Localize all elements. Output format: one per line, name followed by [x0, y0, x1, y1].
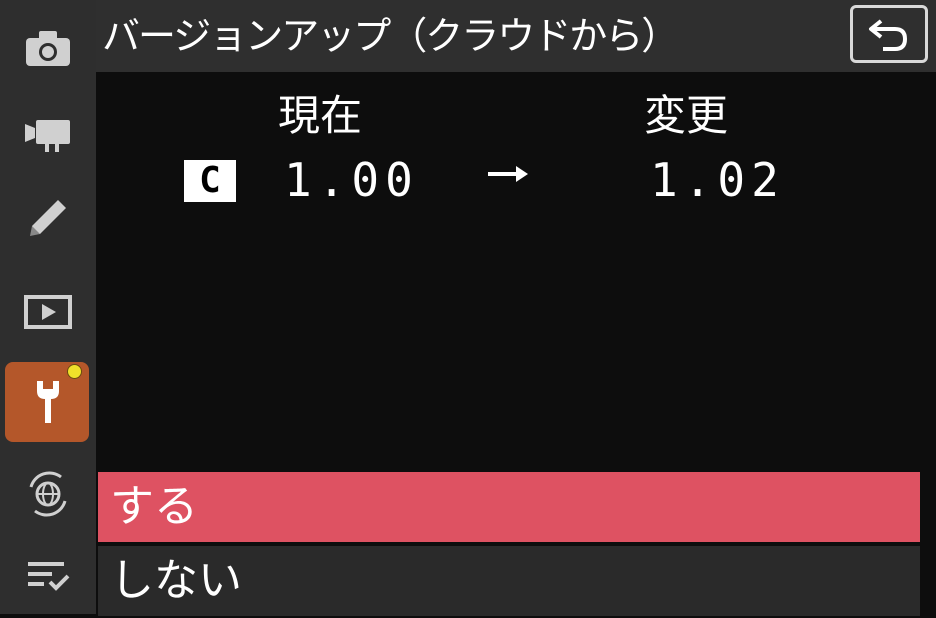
header-bar: バージョンアップ（クラウドから） [96, 0, 936, 72]
right-arrow-icon [488, 166, 528, 182]
new-version-value: 1.02 [650, 153, 785, 207]
wrench-icon [37, 381, 59, 423]
pencil-icon [30, 200, 66, 236]
sidebar [0, 0, 96, 614]
my-menu-icon [28, 562, 70, 591]
option-no[interactable]: しない [98, 546, 920, 616]
movie-camera-icon [25, 120, 70, 152]
page-title: バージョンアップ（クラウドから） [102, 14, 679, 58]
return-arrow-icon [869, 19, 908, 51]
network-globe-icon [29, 471, 67, 517]
sidebar-item-playback[interactable] [0, 270, 96, 354]
card-slot-badge: C [184, 160, 236, 202]
notification-dot [67, 364, 82, 379]
new-version-label: 変更 [644, 91, 729, 140]
sidebar-item-my-menu[interactable] [0, 534, 96, 618]
current-version-label: 現在 [278, 91, 363, 140]
back-button[interactable] [850, 5, 928, 63]
sidebar-item-movie-shooting[interactable] [0, 90, 96, 174]
playback-icon [24, 295, 72, 329]
sidebar-item-custom-settings[interactable] [0, 176, 96, 260]
current-version-value: 1.00 [284, 153, 419, 207]
option-yes[interactable]: する [98, 472, 920, 542]
sidebar-item-photo-shooting[interactable] [0, 6, 96, 90]
camera-icon [26, 31, 70, 66]
sidebar-item-network[interactable] [0, 452, 96, 536]
